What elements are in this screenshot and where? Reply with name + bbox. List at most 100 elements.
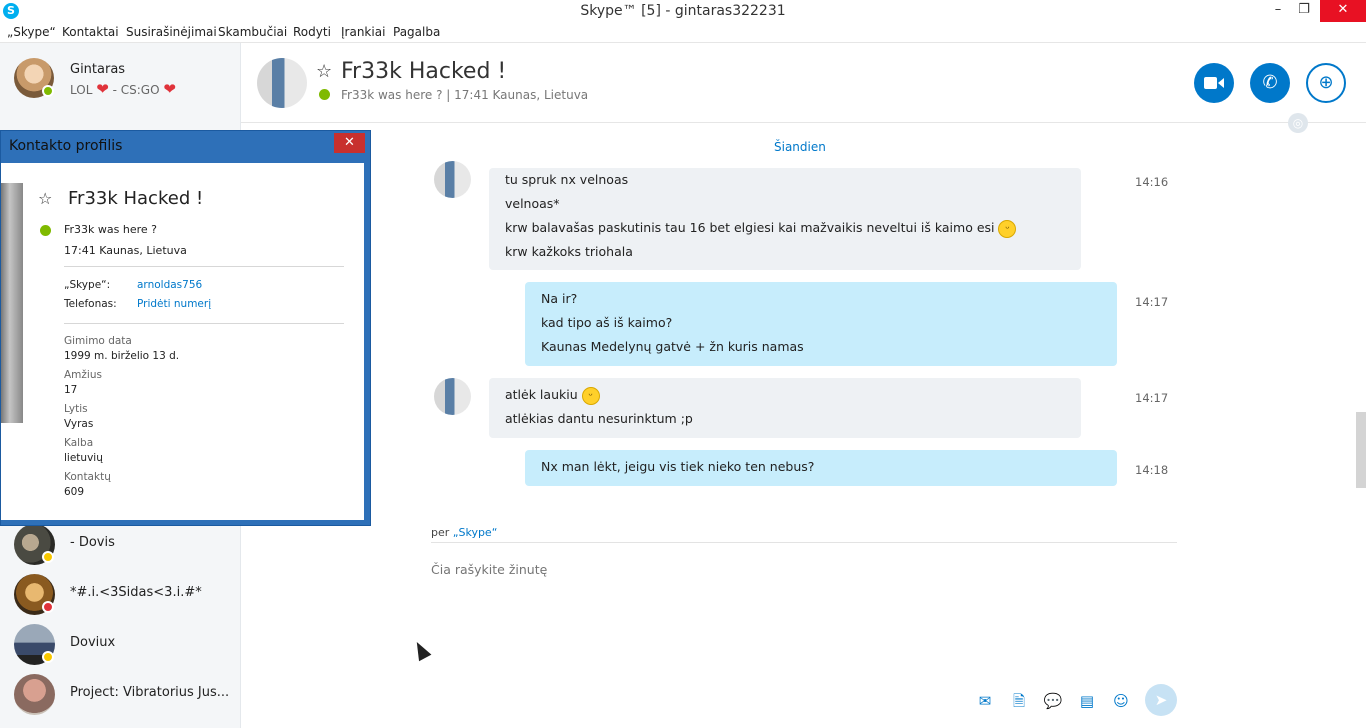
- sender-avatar[interactable]: [434, 161, 471, 198]
- contact-name: *#.i.<3Sidas<3.i.#*: [70, 585, 202, 600]
- message-text: krw balavašas paskutinis tau 16 bet elgi…: [505, 220, 995, 235]
- add-phone-link[interactable]: Pridėti numerį: [137, 298, 211, 310]
- video-call-button[interactable]: [1194, 63, 1234, 103]
- message-text: krw kažkoks triohala: [505, 244, 633, 259]
- close-button[interactable]: ✕: [1320, 0, 1366, 22]
- profile-location: 17:41 Kaunas, Lietuva: [64, 244, 187, 257]
- age-label: Amžius: [64, 369, 102, 381]
- contact-name: Doviux: [70, 635, 116, 650]
- sender-avatar[interactable]: [434, 378, 471, 415]
- profile-close-button[interactable]: ✕: [334, 133, 365, 153]
- contact-avatar[interactable]: [257, 58, 307, 108]
- send-button[interactable]: ➤: [1145, 684, 1177, 716]
- star-icon[interactable]: ☆: [38, 189, 52, 208]
- my-name[interactable]: Gintaras: [70, 62, 125, 77]
- scrollbar-thumb[interactable]: [1356, 412, 1366, 488]
- my-mood-message[interactable]: LOL ❤ - CS:GO ❤: [70, 80, 176, 98]
- contacts-count-value: 609: [64, 486, 85, 498]
- message-bubble-incoming[interactable]: tu spruk nx velnoas velnoas* krw balavaš…: [489, 168, 1081, 270]
- send-arrow-icon: ➤: [1154, 691, 1168, 709]
- profile-photo: [1, 183, 23, 423]
- message-text: kad tipo aš iš kaimo?: [541, 315, 673, 330]
- contact-list-item[interactable]: Doviux: [0, 619, 241, 669]
- contact-name: - Dovis: [70, 535, 115, 550]
- contact-list-item[interactable]: Project: Vibratorius Jus...: [0, 669, 241, 719]
- star-icon[interactable]: ☆: [316, 61, 332, 82]
- message-text: Nx man lėkt, jeigu vis tiek nieko ten ne…: [541, 459, 815, 474]
- video-message-icon[interactable]: 💬: [1042, 690, 1064, 712]
- menu-skype[interactable]: „Skype“: [7, 25, 56, 39]
- conversation-title[interactable]: Fr33k Hacked !: [341, 59, 506, 84]
- skype-name-link[interactable]: arnoldas756: [137, 279, 202, 291]
- conversation-header: ☆ Fr33k Hacked ! Fr33k was here ? | 17:4…: [241, 43, 1366, 133]
- message-text: atlėk laukiu: [505, 387, 578, 402]
- composer-divider: [431, 542, 1177, 543]
- send-contacts-icon[interactable]: ✉: [974, 690, 996, 712]
- menu-contacts[interactable]: Kontaktai: [62, 25, 119, 39]
- menu-view[interactable]: Rodyti: [293, 25, 331, 39]
- heart-icon: ❤: [163, 80, 176, 98]
- message-timestamp: 14:16: [1135, 175, 1169, 189]
- gender-value: Vyras: [64, 418, 94, 430]
- restore-button[interactable]: ❐: [1289, 0, 1319, 22]
- message-text: tu spruk nx velnoas: [505, 172, 629, 187]
- language-label: Kalba: [64, 437, 94, 449]
- age-value: 17: [64, 384, 78, 396]
- profile-divider: [64, 323, 344, 324]
- language-value: lietuvių: [64, 452, 103, 464]
- profile-divider: [64, 266, 344, 267]
- message-timestamp: 14:17: [1135, 391, 1169, 405]
- skype-name-label: „Skype“:: [64, 279, 111, 291]
- message-bubble-outgoing[interactable]: Na ir? kad tipo aš iš kaimo? Kaunas Mede…: [525, 282, 1117, 366]
- phone-label: Telefonas:: [64, 298, 117, 310]
- menu-calls[interactable]: Skambučiai: [218, 25, 287, 39]
- video-camera-icon: [1204, 77, 1224, 89]
- message-bubble-incoming[interactable]: atlėk laukiu ᵕ atlėkias dantu nesurinktu…: [489, 378, 1081, 438]
- conversation-mood: Fr33k was here ? | 17:41 Kaunas, Lietuva: [341, 88, 589, 102]
- away-status-icon: [42, 551, 54, 563]
- heart-icon: ❤: [96, 80, 109, 98]
- phone-icon: ✆: [1262, 72, 1278, 93]
- message-text: krw balavašas paskutinis tau 16 bet elgi…: [505, 216, 1065, 240]
- emoticon-icon[interactable]: ☺: [1110, 690, 1132, 712]
- message-text: Na ir?: [541, 291, 578, 306]
- profile-mood: Fr33k was here ?: [64, 223, 158, 236]
- birth-date-label: Gimimo data: [64, 335, 132, 347]
- wink-emoticon-icon: ᵕ: [998, 219, 1017, 238]
- contact-list-item[interactable]: - Dovis: [0, 519, 241, 569]
- mouse-cursor-icon: [410, 638, 432, 662]
- menu-conversations[interactable]: Susirašinėjimai: [126, 25, 217, 39]
- gender-label: Lytis: [64, 403, 88, 415]
- contact-name: Project: Vibratorius Jus...: [70, 685, 230, 700]
- profile-window-title: Kontakto profilis: [9, 138, 123, 154]
- wink-emoticon-icon: ᵕ: [581, 386, 600, 405]
- contact-profile-window: Kontakto profilis ✕ ☆ Fr33k Hacked ! Fr3…: [0, 130, 371, 526]
- voice-call-button[interactable]: ✆: [1250, 63, 1290, 103]
- contact-list-item[interactable]: *#.i.<3Sidas<3.i.#*: [0, 569, 241, 619]
- window-title: Skype™ [5] - gintaras322231: [580, 3, 786, 19]
- send-file-icon[interactable]: 🗎: [1008, 690, 1030, 712]
- contact-card-icon[interactable]: ▤: [1076, 690, 1098, 712]
- via-skype-link[interactable]: „Skype“: [453, 526, 498, 539]
- profile-body: ☆ Fr33k Hacked ! Fr33k was here ? 17:41 …: [1, 163, 364, 520]
- message-bubble-outgoing[interactable]: Nx man lėkt, jeigu vis tiek nieko ten ne…: [525, 450, 1117, 486]
- menu-help[interactable]: Pagalba: [393, 25, 440, 39]
- globe-icon: ◎: [1288, 113, 1308, 133]
- add-people-button[interactable]: ⊕: [1306, 63, 1346, 103]
- online-status-icon: [40, 225, 51, 236]
- message-text: atlėkias dantu nesurinktum ;p: [505, 411, 693, 426]
- online-status-icon: [42, 85, 54, 97]
- message-text: velnoas*: [505, 196, 560, 211]
- via-prefix: per: [431, 526, 450, 539]
- online-status-icon: [319, 89, 330, 100]
- menu-tools[interactable]: Įrankiai: [341, 25, 385, 39]
- message-timestamp: 14:18: [1135, 463, 1169, 477]
- date-separator: Šiandien: [774, 140, 826, 154]
- menu-bar: „Skype“ Kontaktai Susirašinėjimai Skambu…: [0, 24, 1366, 43]
- send-via: per „Skype“: [431, 526, 497, 539]
- message-text: Kaunas Medelynų gatvė + žn kuris namas: [541, 339, 804, 354]
- profile-name: Fr33k Hacked !: [68, 188, 204, 209]
- message-input[interactable]: [431, 562, 1131, 577]
- add-contact-icon: ⊕: [1318, 72, 1334, 93]
- dnd-status-icon: [42, 601, 54, 613]
